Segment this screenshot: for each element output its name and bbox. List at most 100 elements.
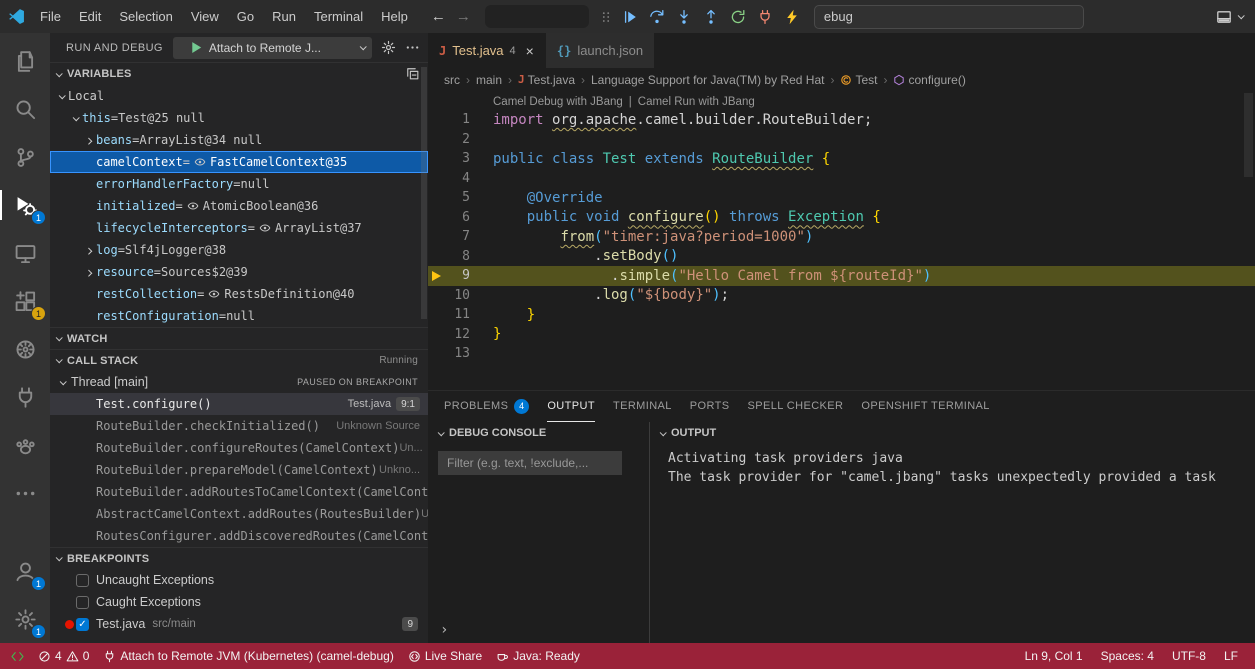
editor-gutter[interactable]: 6 — [428, 208, 493, 228]
step-over-icon[interactable] — [647, 7, 667, 27]
variable-row[interactable]: resource = Sources$2@39 — [50, 261, 428, 283]
activity-kubernetes[interactable] — [0, 325, 50, 373]
breakpoint-checkbox[interactable] — [76, 574, 89, 587]
nav-forward-icon[interactable]: → — [456, 8, 471, 25]
activity-extensions[interactable]: 1 — [0, 277, 50, 325]
codelens-link[interactable]: Camel Run with JBang — [638, 96, 755, 108]
panel-tab-spell-checker[interactable]: SPELL CHECKER — [748, 391, 844, 422]
menu-go[interactable]: Go — [228, 6, 263, 27]
breakpoint-row[interactable]: Caught Exceptions — [50, 591, 428, 613]
chevron-down-icon[interactable] — [68, 116, 82, 121]
panel-tab-terminal[interactable]: TERMINAL — [613, 391, 672, 422]
stack-frame[interactable]: RouteBuilder.configureRoutes(CamelContex… — [50, 437, 428, 459]
variable-row[interactable]: errorHandlerFactory = null — [50, 173, 428, 195]
stack-frame[interactable]: RouteBuilder.checkInitialized()Unknown S… — [50, 415, 428, 437]
stack-frame[interactable]: AbstractCamelContext.addRoutes(RoutesBui… — [50, 503, 428, 525]
variable-row[interactable]: this = Test@25 null — [50, 107, 428, 129]
debug-console-prompt[interactable]: › — [440, 622, 448, 638]
activity-tooling[interactable] — [0, 421, 50, 469]
breadcrumb-item[interactable]: configure() — [893, 73, 965, 87]
eye-icon[interactable] — [259, 222, 271, 234]
breadcrumb-item[interactable]: src — [444, 73, 460, 87]
activity-search[interactable] — [0, 85, 50, 133]
status-indentation[interactable]: Spaces: 4 — [1092, 643, 1163, 669]
panel-tab-output[interactable]: OUTPUT — [547, 391, 595, 422]
debug-console-filter-input[interactable] — [438, 451, 622, 475]
status-live-share[interactable]: Live Share — [401, 643, 489, 669]
activity-explorer[interactable] — [0, 37, 50, 85]
tab-launch-json[interactable]: {}launch.json — [546, 33, 655, 68]
menu-terminal[interactable]: Terminal — [305, 6, 372, 27]
step-out-icon[interactable] — [701, 7, 721, 27]
panel-tab-openshift-terminal[interactable]: OPENSHIFT TERMINAL — [861, 391, 989, 422]
editor-gutter[interactable]: 10 — [428, 286, 493, 306]
chevron-right-icon[interactable] — [82, 248, 96, 253]
activity-more-views[interactable] — [0, 469, 50, 517]
close-icon[interactable]: × — [526, 43, 534, 59]
variable-row[interactable]: log = Slf4jLogger@38 — [50, 239, 428, 261]
activity-connector[interactable] — [0, 373, 50, 421]
editor-gutter[interactable]: 3 — [428, 149, 493, 169]
menu-help[interactable]: Help — [372, 6, 417, 27]
more-actions-icon[interactable] — [405, 40, 420, 55]
code-editor[interactable]: Camel Debug with JBang|Camel Run with JB… — [428, 91, 1255, 390]
breadcrumb-item[interactable]: Test — [840, 73, 877, 87]
nav-back-icon[interactable]: ← — [431, 8, 446, 25]
eye-icon[interactable] — [187, 200, 199, 212]
status-encoding[interactable]: UTF-8 — [1163, 643, 1215, 669]
breadcrumb-item[interactable]: JTest.java — [518, 73, 575, 87]
variable-row[interactable]: camelContext = FastCamelContext@35 — [50, 151, 428, 173]
stack-frame[interactable]: Test.configure()Test.java9:1 — [50, 393, 428, 415]
variable-row[interactable]: Local — [50, 85, 428, 107]
disconnect-icon[interactable] — [755, 7, 775, 27]
chevron-down-icon[interactable] — [1238, 12, 1245, 19]
eye-icon[interactable] — [208, 288, 220, 300]
breadcrumb-item[interactable]: Language Support for Java(TM) by Red Hat — [591, 73, 824, 87]
activity-settings[interactable]: 1 — [0, 595, 50, 643]
activity-source-control[interactable] — [0, 133, 50, 181]
codelens-link[interactable]: Camel Debug with JBang — [493, 96, 623, 108]
stack-frame[interactable]: RouteBuilder.addRoutesToCamelContext(Cam… — [50, 481, 428, 503]
watch-section-header[interactable]: WATCH — [50, 327, 428, 349]
status-remote-indicator[interactable] — [4, 643, 31, 669]
chevron-down-icon[interactable] — [54, 94, 68, 99]
thread-row[interactable]: Thread [main] PAUSED ON BREAKPOINT — [50, 371, 428, 393]
activity-run-and-debug[interactable]: 1 — [0, 181, 50, 229]
chevron-right-icon[interactable] — [82, 138, 96, 143]
editor-gutter[interactable]: 11 — [428, 305, 493, 325]
chevron-right-icon[interactable] — [82, 270, 96, 275]
variable-row[interactable]: lifecycleInterceptors = ArrayList@37 — [50, 217, 428, 239]
debug-console-header[interactable]: DEBUG CONSOLE — [428, 422, 649, 444]
status-cursor-position[interactable]: Ln 9, Col 1 — [1016, 643, 1092, 669]
step-into-icon[interactable] — [674, 7, 694, 27]
restart-icon[interactable] — [728, 7, 748, 27]
start-debugging-icon[interactable] — [189, 40, 204, 55]
activity-remote-explorer[interactable] — [0, 229, 50, 277]
stack-frame[interactable]: RoutesConfigurer.addDiscoveredRoutes(Cam… — [50, 525, 428, 547]
breakpoint-checkbox[interactable]: ✓ — [76, 618, 89, 631]
menu-selection[interactable]: Selection — [110, 6, 181, 27]
editor-gutter[interactable]: 13 — [428, 344, 493, 364]
variable-row[interactable]: restCollection = RestsDefinition@40 — [50, 283, 428, 305]
status-java-status[interactable]: Java: Ready — [489, 643, 587, 669]
variables-section-header[interactable]: VARIABLES — [50, 63, 428, 85]
menu-view[interactable]: View — [182, 6, 228, 27]
editor-gutter[interactable]: 8 — [428, 247, 493, 267]
breakpoints-section-header[interactable]: BREAKPOINTS — [50, 547, 428, 569]
tab-test-java[interactable]: JTest.java4× — [428, 33, 546, 68]
gear-icon[interactable] — [381, 40, 396, 55]
panel-tab-ports[interactable]: PORTS — [690, 391, 730, 422]
debug-config-dropdown[interactable]: Attach to Remote J... — [173, 37, 372, 59]
variable-row[interactable]: beans = ArrayList@34 null — [50, 129, 428, 151]
editor-gutter[interactable]: 2 — [428, 130, 493, 150]
breakpoint-row[interactable]: Uncaught Exceptions — [50, 569, 428, 591]
continue-icon[interactable] — [620, 7, 640, 27]
layout-panel-icon[interactable] — [1216, 9, 1232, 25]
status-problems[interactable]: 40 — [31, 643, 96, 669]
call-stack-section-header[interactable]: CALL STACK Running — [50, 349, 428, 371]
output-header[interactable]: OUTPUT — [650, 422, 1255, 444]
collapse-all-icon[interactable] — [406, 67, 420, 81]
activity-accounts[interactable]: 1 — [0, 547, 50, 595]
variable-row[interactable]: initialized = AtomicBoolean@36 — [50, 195, 428, 217]
editor-gutter[interactable]: 5 — [428, 188, 493, 208]
